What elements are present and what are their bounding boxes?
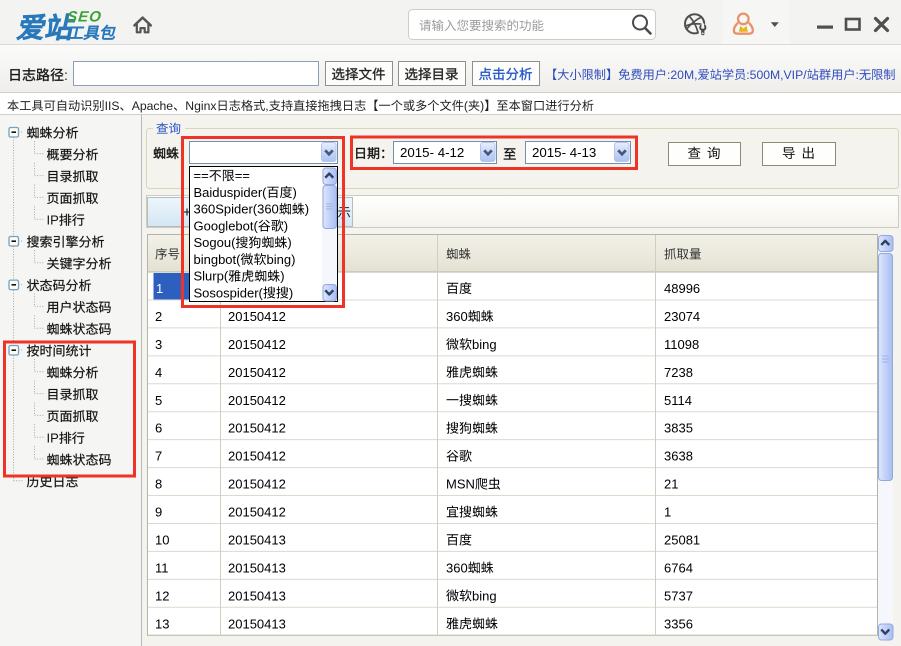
svg-text:20150412: 20150412 — [228, 449, 286, 464]
svg-text:3638: 3638 — [664, 449, 693, 464]
svg-text:2015- 4-13: 2015- 4-13 — [532, 145, 596, 160]
svg-text:21: 21 — [664, 477, 678, 492]
svg-text:IP: IP — [47, 431, 59, 446]
svg-text:360Spider(360: 360Spider(360 — [194, 202, 279, 217]
svg-text:20150412: 20150412 — [228, 337, 286, 352]
svg-text:Nginx: Nginx — [185, 99, 216, 113]
svg-text:20150413: 20150413 — [228, 532, 286, 547]
svg-text:): ) — [287, 235, 291, 250]
svg-text:360: 360 — [446, 560, 468, 575]
svg-text:7238: 7238 — [664, 365, 693, 380]
svg-text:3835: 3835 — [664, 421, 693, 436]
svg-text:11: 11 — [155, 560, 169, 575]
svg-text:3356: 3356 — [664, 616, 693, 631]
svg-text:bing: bing — [472, 337, 497, 352]
svg-text:5: 5 — [155, 393, 162, 408]
svg-text:2015- 4-12: 2015- 4-12 — [400, 145, 464, 160]
svg-text:1: 1 — [156, 281, 163, 296]
svg-text:5114: 5114 — [664, 393, 692, 408]
svg-text:,: , — [265, 99, 268, 113]
svg-text:8: 8 — [155, 477, 162, 492]
svg-text:): ) — [480, 99, 484, 113]
svg-text:==: == — [194, 168, 209, 183]
svg-text:): ) — [305, 202, 309, 217]
svg-text:6: 6 — [155, 421, 162, 436]
svg-text:20150412: 20150412 — [228, 421, 286, 436]
svg-text:bing: bing — [472, 588, 497, 603]
svg-text:25081: 25081 — [664, 532, 700, 547]
svg-text:): ) — [280, 269, 284, 284]
svg-text:==: == — [235, 168, 250, 183]
svg-text:): ) — [289, 285, 293, 300]
svg-text:20150413: 20150413 — [228, 588, 286, 603]
svg-text:3: 3 — [155, 337, 162, 352]
svg-text:20150412: 20150412 — [228, 505, 286, 520]
svg-text:MSN: MSN — [446, 477, 475, 492]
svg-text:): ) — [284, 218, 288, 233]
svg-text:Sosospider(: Sosospider( — [194, 285, 264, 300]
svg-text:bingbot(: bingbot( — [194, 252, 242, 267]
svg-text:360: 360 — [446, 309, 468, 324]
svg-text:20150413: 20150413 — [228, 560, 286, 575]
svg-text:Apache: Apache — [132, 99, 174, 113]
svg-text:13: 13 — [155, 616, 169, 631]
svg-text::20M,: :20M, — [667, 68, 697, 82]
svg-text::: : — [856, 68, 859, 82]
svg-text:1: 1 — [664, 505, 671, 520]
svg-text:9: 9 — [155, 505, 162, 520]
svg-text:20150412: 20150412 — [228, 309, 286, 324]
svg-text:5737: 5737 — [664, 588, 693, 603]
svg-text:20150412: 20150412 — [228, 477, 286, 492]
svg-text:(: ( — [464, 99, 468, 113]
svg-text:23074: 23074 — [664, 309, 700, 324]
svg-text:IIS: IIS — [105, 99, 120, 113]
svg-text:10: 10 — [155, 532, 169, 547]
svg-text:20150412: 20150412 — [228, 365, 286, 380]
svg-text:11098: 11098 — [664, 337, 699, 352]
svg-text:7: 7 — [155, 449, 162, 464]
svg-text:bing): bing) — [267, 252, 296, 267]
svg-text:48996: 48996 — [664, 281, 700, 296]
svg-text:6764: 6764 — [664, 560, 693, 575]
svg-text:IP: IP — [47, 213, 59, 228]
svg-text:Baiduspider(: Baiduspider( — [194, 185, 268, 200]
svg-text:20150413: 20150413 — [228, 616, 286, 631]
svg-text:SEO: SEO — [66, 9, 102, 26]
svg-text:Sogou(: Sogou( — [194, 235, 237, 250]
svg-text:4: 4 — [155, 365, 162, 380]
svg-text:): ) — [293, 185, 297, 200]
svg-text:Slurp(: Slurp( — [194, 269, 229, 284]
svg-text::: : — [64, 67, 68, 83]
svg-text:Googlebot(: Googlebot( — [194, 218, 259, 233]
svg-text:12: 12 — [155, 588, 169, 603]
svg-text:2: 2 — [155, 309, 162, 324]
svg-text::500M,VIP/: :500M,VIP/ — [746, 68, 807, 82]
svg-text:20150412: 20150412 — [228, 393, 286, 408]
